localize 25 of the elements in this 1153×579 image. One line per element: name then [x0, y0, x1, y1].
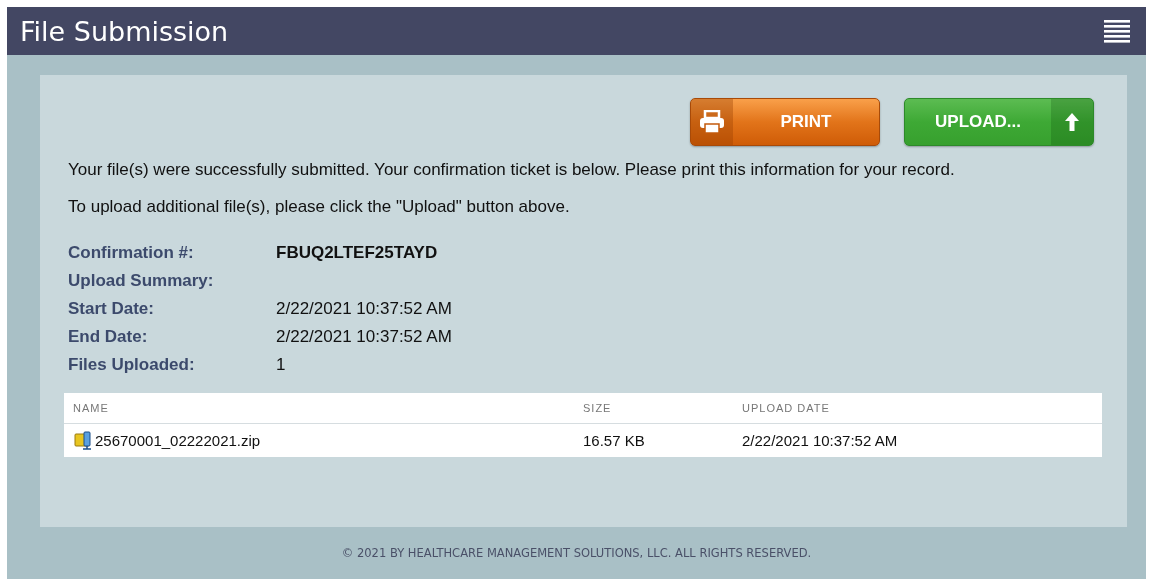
column-header: UPLOAD DATE	[742, 402, 831, 414]
column-header: NAME	[73, 402, 110, 414]
table-cell: 25670001_02222021.zip	[95, 432, 261, 449]
summary-label: Upload Summary:	[68, 270, 215, 292]
summary-value: 1	[276, 354, 287, 376]
page-title: File Submission	[20, 15, 229, 47]
up-arrow-icon	[1064, 112, 1080, 132]
summary-label: Files Uploaded:	[68, 354, 196, 376]
copyright-text: © 2021 BY HEALTHCARE MANAGEMENT SOLUTIONS, LLC. ALL RIGHTS RESERVED.	[341, 546, 812, 560]
upload-button[interactable]: UPLOAD...	[904, 98, 1094, 146]
message-text: Your file(s) were successfully submitted. Your confirmation ticket is below. Please print this information for your record.	[68, 159, 956, 181]
zip-file-icon	[73, 430, 93, 451]
summary-value: 2/22/2021 10:37:52 AM	[276, 298, 453, 320]
menu-icon[interactable]	[1104, 19, 1130, 43]
table-cell-text: 2/22/2021 10:37:52 AM	[742, 432, 899, 449]
column-header: SIZE	[583, 402, 613, 414]
summary-value: 2/22/2021 10:37:52 AM	[276, 326, 453, 348]
printer-icon	[699, 110, 725, 134]
summary-label: Confirmation #:	[68, 242, 195, 264]
confirmation-number: FBUQ2LTEF25TAYD	[276, 242, 439, 264]
print-button[interactable]: PRINT	[690, 98, 880, 146]
summary-label: End Date:	[68, 326, 149, 348]
table-cell-text: 16.57 KB	[583, 432, 646, 449]
message-text: To upload additional file(s), please click the "Upload" button above.	[68, 196, 571, 218]
summary-label: Start Date:	[68, 298, 155, 320]
